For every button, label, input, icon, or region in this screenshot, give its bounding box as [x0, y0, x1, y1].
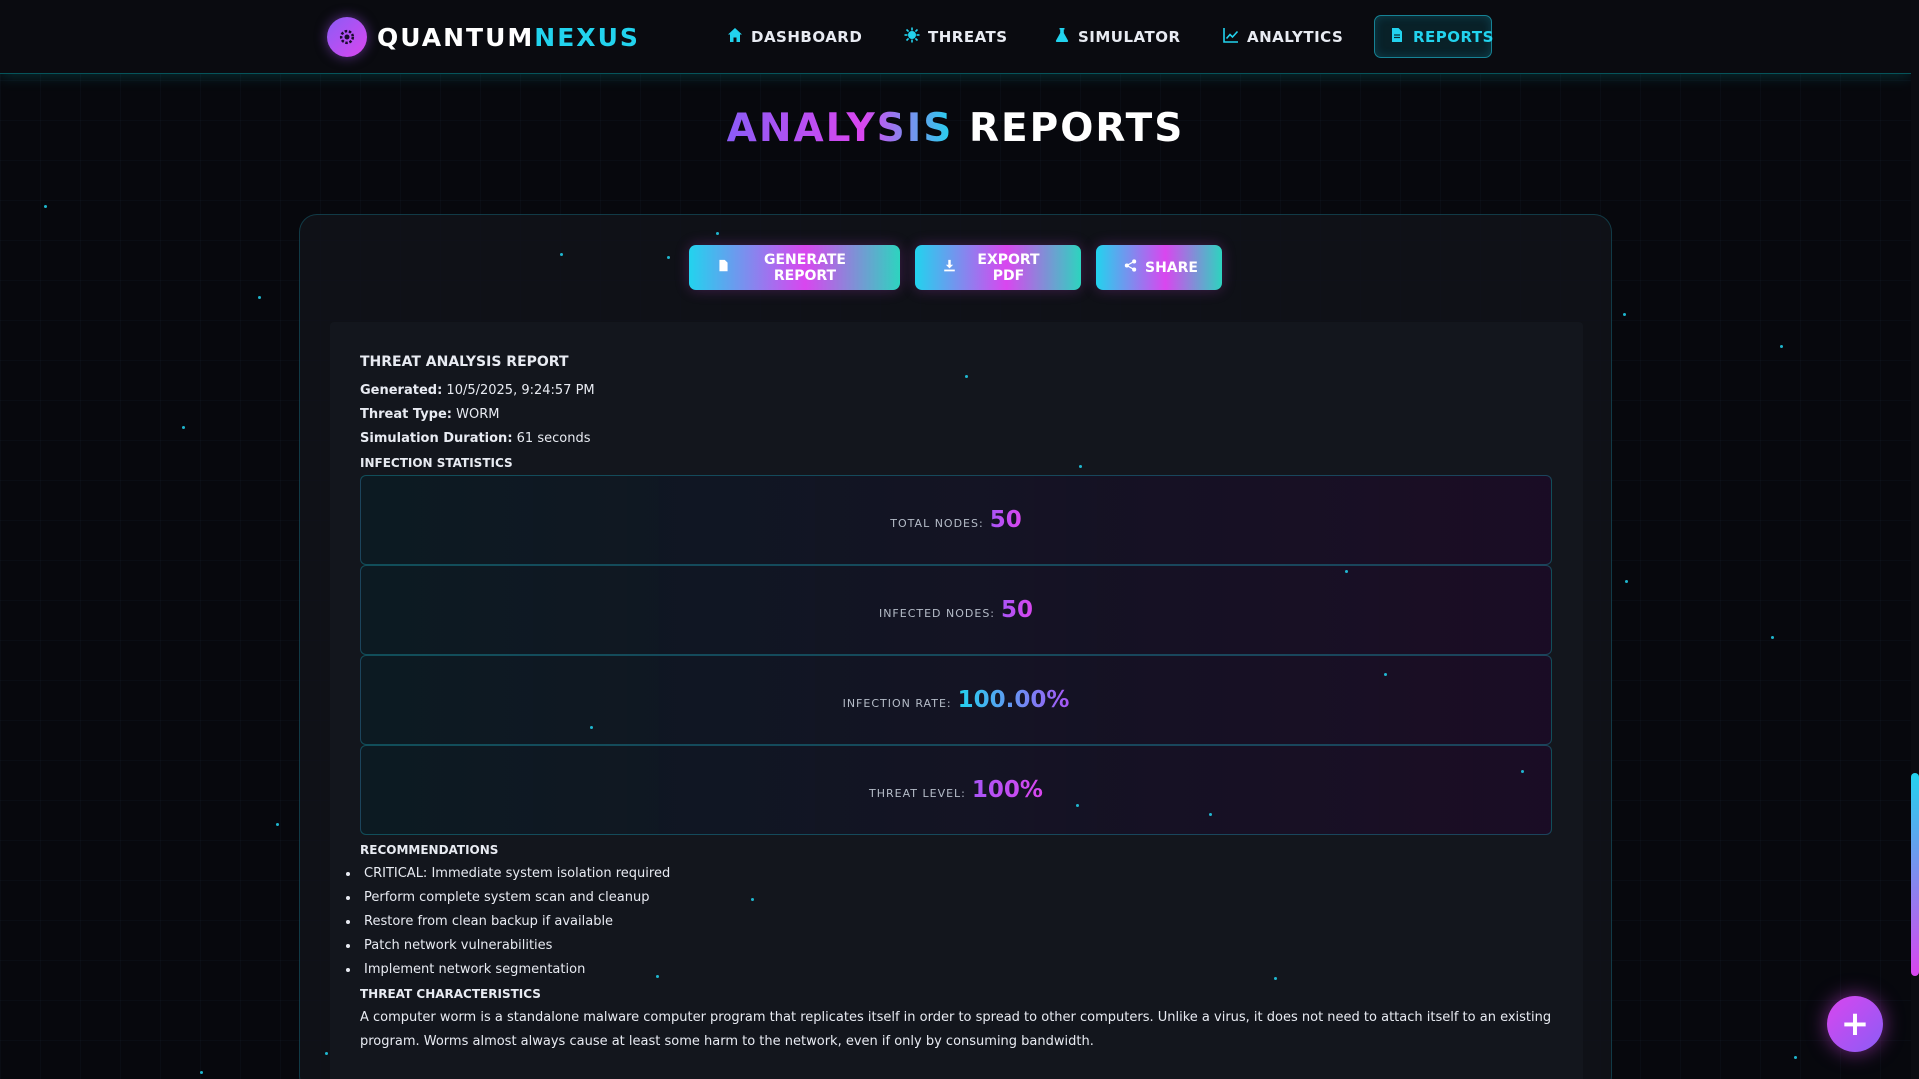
- top-navbar: QUANTUMNEXUS DASHBOARD THREATS SIMULATOR…: [0, 0, 1911, 74]
- particle-dot: [325, 1052, 328, 1055]
- reports-panel: GENERATE REPORT EXPORT PDF SHARE THREAT …: [299, 214, 1612, 1079]
- particle-dot: [965, 375, 968, 378]
- stat-label: INFECTION RATE:: [842, 696, 952, 710]
- threat-characteristics-heading: THREAT CHARACTERISTICS: [360, 987, 541, 1001]
- stat-value: 50: [989, 507, 1022, 533]
- generate-report-button[interactable]: GENERATE REPORT: [689, 245, 900, 290]
- generated-label: Generated:: [360, 383, 443, 398]
- duration-value: 61 seconds: [516, 431, 591, 446]
- report-actions: GENERATE REPORT EXPORT PDF SHARE: [300, 245, 1611, 290]
- logo-gear-icon: [327, 17, 367, 57]
- particle-dot: [1345, 570, 1348, 573]
- particle-dot: [667, 256, 670, 259]
- logo-text-part2: NEXUS: [534, 22, 640, 52]
- generated-value: 10/5/2025, 9:24:57 PM: [446, 383, 595, 398]
- share-label: SHARE: [1145, 259, 1198, 276]
- add-fab-button[interactable]: +: [1827, 996, 1883, 1052]
- logo-text-part1: QUANTUM: [377, 22, 535, 52]
- particle-dot: [560, 253, 563, 256]
- particle-dot: [751, 898, 754, 901]
- particle-dot: [716, 232, 719, 235]
- recommendations-heading: RECOMMENDATIONS: [360, 843, 499, 857]
- page-title-part2: REPORTS: [968, 106, 1185, 151]
- particle-dot: [1079, 465, 1082, 468]
- nav-reports-label: REPORTS: [1413, 27, 1494, 46]
- particle-dot: [1521, 770, 1524, 773]
- report-title: THREAT ANALYSIS REPORT: [360, 354, 569, 370]
- virus-icon: [904, 27, 920, 47]
- stat-label: INFECTED NODES:: [878, 606, 996, 620]
- particle-dot: [1076, 804, 1079, 807]
- report-generated: Generated: 10/5/2025, 9:24:57 PM: [360, 379, 1553, 403]
- particle-dot: [1384, 673, 1387, 676]
- nav-dashboard[interactable]: DASHBOARD: [713, 15, 876, 58]
- share-icon: [1124, 259, 1137, 276]
- stat-value: 100%: [971, 777, 1043, 803]
- list-item: Patch network vulnerabilities: [346, 934, 1553, 958]
- particle-dot: [1794, 1056, 1797, 1059]
- app-logo[interactable]: QUANTUMNEXUS: [327, 16, 640, 58]
- duration-label: Simulation Duration:: [360, 431, 513, 446]
- stat-infected-nodes: INFECTED NODES: 50: [360, 565, 1552, 655]
- threat-type-label: Threat Type:: [360, 407, 452, 422]
- particle-dot: [44, 205, 47, 208]
- nav-reports[interactable]: REPORTS: [1374, 15, 1494, 58]
- particle-dot: [1771, 636, 1774, 639]
- export-pdf-label: EXPORT PDF: [977, 251, 1040, 284]
- generate-report-label: GENERATE REPORT: [764, 251, 846, 284]
- particle-dot: [258, 296, 261, 299]
- page-scrollbar[interactable]: [1911, 0, 1919, 1079]
- nav-simulator-label: SIMULATOR: [1078, 27, 1181, 46]
- file-icon: [1389, 27, 1405, 47]
- report-content: THREAT ANALYSIS REPORT Generated: 10/5/2…: [330, 322, 1583, 1079]
- infection-statistics-heading: INFECTION STATISTICS: [360, 456, 513, 470]
- stat-label: THREAT LEVEL:: [869, 786, 966, 800]
- export-pdf-button[interactable]: EXPORT PDF: [915, 245, 1081, 290]
- nav-threats[interactable]: THREATS: [890, 15, 1022, 58]
- particle-dot: [182, 426, 185, 429]
- nav-analytics-label: ANALYTICS: [1247, 27, 1344, 46]
- list-item: CRITICAL: Immediate system isolation req…: [346, 862, 1553, 886]
- threat-type-value: WORM: [456, 407, 500, 422]
- particle-dot: [1625, 580, 1628, 583]
- report-threat-type: Threat Type: WORM: [360, 403, 1553, 427]
- nav-threats-label: THREATS: [928, 27, 1008, 46]
- share-button[interactable]: SHARE: [1096, 245, 1222, 290]
- stat-value: 100.00%: [957, 687, 1070, 713]
- recommendations-list: CRITICAL: Immediate system isolation req…: [360, 862, 1553, 982]
- plus-icon: +: [1840, 1004, 1870, 1044]
- particle-dot: [200, 1071, 203, 1074]
- flask-icon: [1054, 27, 1070, 47]
- stat-total-nodes: TOTAL NODES: 50: [360, 475, 1552, 565]
- list-item: Implement network segmentation: [346, 958, 1553, 982]
- line-chart-icon: [1223, 27, 1239, 47]
- threat-characteristics-text: A computer worm is a standalone malware …: [360, 1010, 1552, 1049]
- logo-text: QUANTUMNEXUS: [377, 23, 640, 52]
- particle-dot: [276, 823, 279, 826]
- stat-threat-level: THREAT LEVEL: 100%: [360, 745, 1552, 835]
- list-item: Restore from clean backup if available: [346, 910, 1553, 934]
- home-icon: [727, 27, 743, 47]
- particle-dot: [1274, 977, 1277, 980]
- list-item: Perform complete system scan and cleanup: [346, 886, 1553, 910]
- stat-label: TOTAL NODES:: [890, 516, 984, 530]
- stat-infection-rate: INFECTION RATE: 100.00%: [360, 655, 1552, 745]
- particle-dot: [590, 726, 593, 729]
- report-duration: Simulation Duration: 61 seconds: [360, 427, 1553, 451]
- stat-value: 50: [1001, 597, 1034, 623]
- file-icon: [717, 259, 730, 276]
- page-title-part1: ANALYSIS: [726, 106, 954, 151]
- particle-dot: [1623, 313, 1626, 316]
- nav-analytics[interactable]: ANALYTICS: [1209, 15, 1357, 58]
- scrollbar-thumb[interactable]: [1911, 773, 1919, 976]
- page-title: ANALYSIS REPORTS: [0, 106, 1911, 151]
- particle-dot: [656, 975, 659, 978]
- nav-dashboard-label: DASHBOARD: [751, 27, 863, 46]
- download-icon: [943, 259, 956, 276]
- particle-dot: [1209, 813, 1212, 816]
- particle-dot: [1780, 345, 1783, 348]
- nav-simulator[interactable]: SIMULATOR: [1040, 15, 1195, 58]
